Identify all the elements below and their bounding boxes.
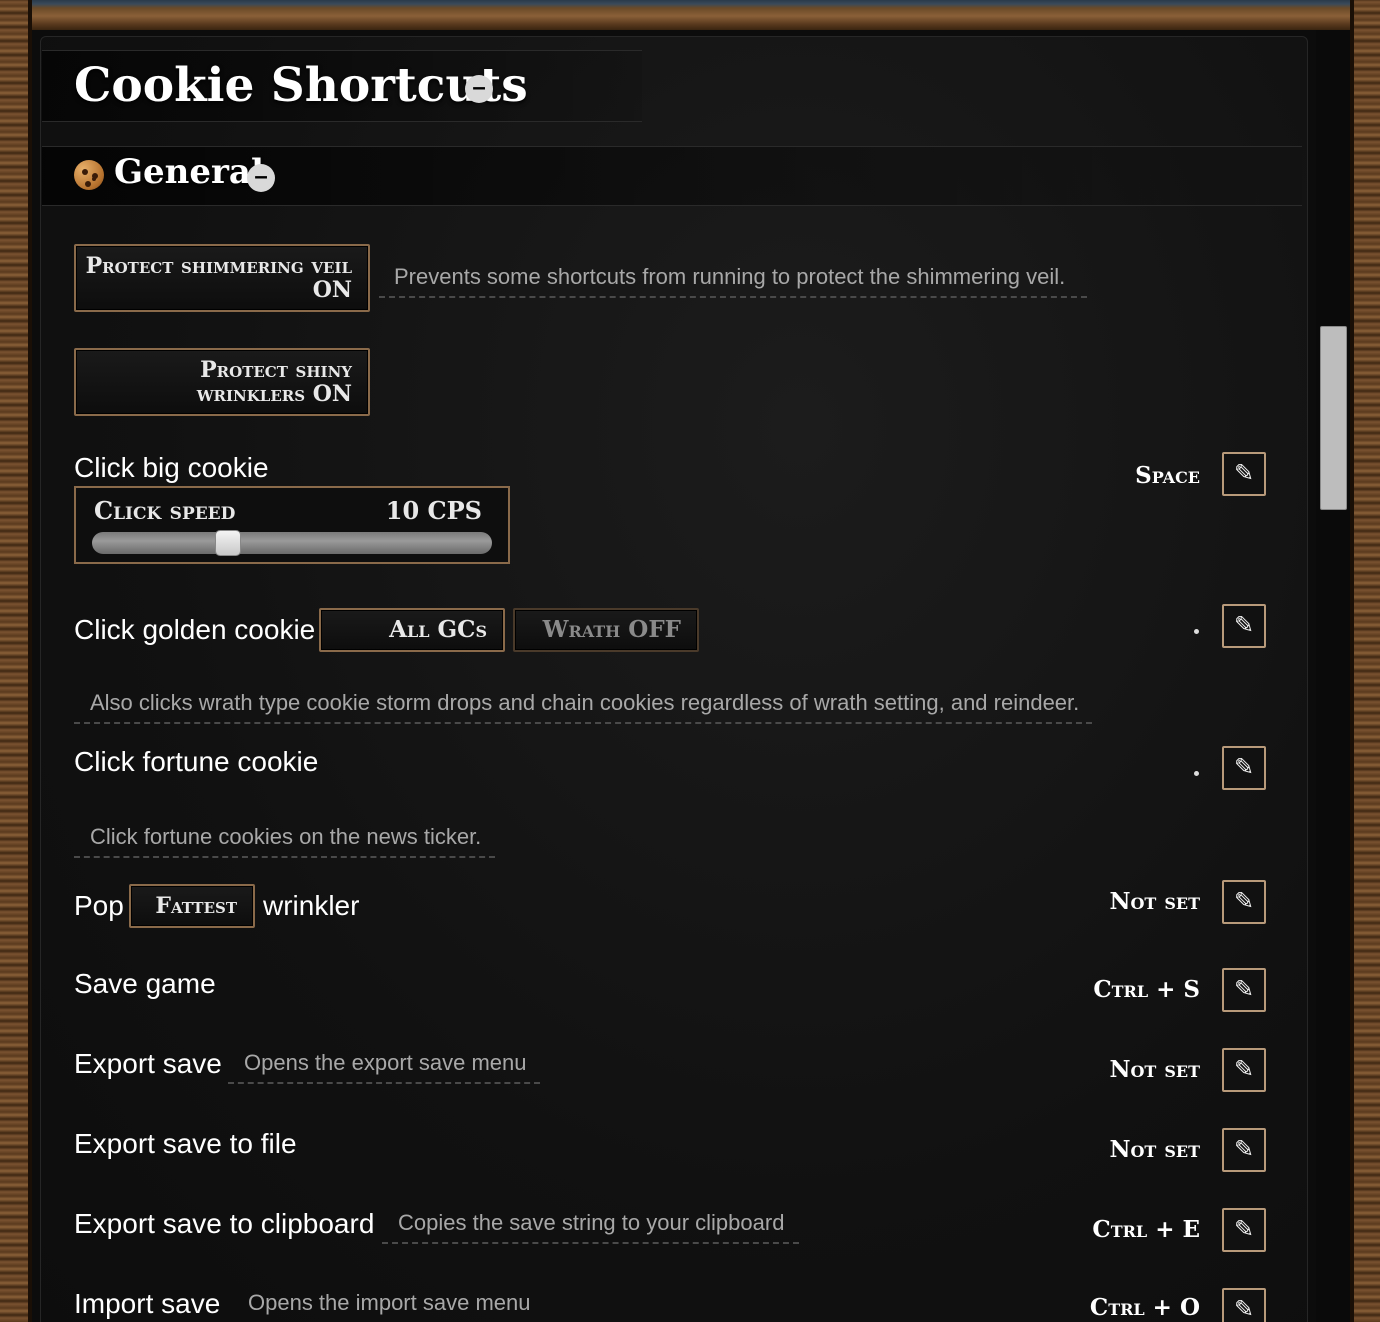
export-save-key: Not set (1109, 1056, 1200, 1083)
edit-export-save-button[interactable]: ✎ (1222, 1048, 1266, 1092)
wrinkler-mode-button[interactable]: Fattest (129, 884, 255, 928)
pencil-icon: ✎ (1233, 754, 1255, 781)
pencil-icon: ✎ (1233, 460, 1255, 487)
scrollbar-thumb[interactable] (1320, 326, 1347, 510)
pencil-icon: ✎ (1233, 888, 1255, 915)
pencil-icon: ✎ (1233, 1296, 1255, 1322)
pop-wrinkler-suffix: wrinkler (263, 890, 360, 921)
edit-export-file-button[interactable]: ✎ (1222, 1128, 1266, 1172)
minus-icon: – (254, 163, 268, 190)
edit-click-golden-cookie-button[interactable]: ✎ (1222, 604, 1266, 648)
export-file-key: Not set (1109, 1136, 1200, 1163)
unset-key-indicator (1194, 629, 1199, 634)
click-golden-cookie-description: Also clicks wrath type cookie storm drop… (74, 690, 1092, 724)
collapse-section-button[interactable]: – (247, 164, 275, 192)
click-big-cookie-key: Space (1135, 462, 1200, 489)
edit-pop-wrinkler-button[interactable]: ✎ (1222, 880, 1266, 924)
click-fortune-cookie-description: Click fortune cookies on the news ticker… (74, 824, 495, 858)
golden-cookie-mode-button[interactable]: All GCs (319, 608, 505, 652)
edit-click-big-cookie-button[interactable]: ✎ (1222, 452, 1266, 496)
click-speed-label: Click speed (94, 496, 236, 525)
wood-frame-top (0, 0, 1380, 30)
wood-frame-right (1350, 0, 1380, 1322)
export-save-label: Export save (74, 1048, 222, 1079)
import-save-description: Opens the import save menu (232, 1290, 545, 1322)
protect-wrinklers-toggle[interactable]: Protect shiny wrinklers ON (74, 348, 370, 416)
export-clipboard-label: Export save to clipboard (74, 1208, 375, 1239)
click-speed-slider[interactable] (92, 532, 492, 554)
page-title: Cookie Shortcuts (74, 58, 528, 113)
click-speed-slider-box: Click speed 10 CPS (74, 486, 510, 564)
edit-save-game-button[interactable]: ✎ (1222, 968, 1266, 1012)
wood-frame-left (0, 0, 32, 1322)
collapse-panel-button[interactable]: – (465, 75, 493, 103)
click-big-cookie-label: Click big cookie (74, 452, 269, 483)
pencil-icon: ✎ (1233, 1136, 1255, 1163)
cookie-icon (74, 160, 104, 190)
save-game-label: Save game (74, 968, 216, 999)
export-clipboard-description: Copies the save string to your clipboard (382, 1210, 799, 1244)
pop-wrinkler-key: Not set (1109, 888, 1200, 915)
minus-icon: – (472, 74, 486, 101)
export-save-description: Opens the export save menu (228, 1050, 540, 1084)
wrath-toggle-button[interactable]: Wrath OFF (513, 608, 699, 652)
pop-wrinkler-prefix: Pop (74, 890, 124, 921)
edit-export-clipboard-button[interactable]: ✎ (1222, 1208, 1266, 1252)
import-save-key: Ctrl + O (1089, 1294, 1200, 1321)
click-speed-value: 10 CPS (385, 496, 482, 525)
export-file-label: Export save to file (74, 1128, 297, 1159)
pencil-icon: ✎ (1233, 976, 1255, 1003)
import-save-label: Import save (74, 1288, 221, 1319)
scrollbar-track[interactable] (1316, 30, 1350, 1322)
click-fortune-cookie-label: Click fortune cookie (74, 746, 319, 777)
edit-import-save-button[interactable]: ✎ (1222, 1288, 1266, 1322)
protect-veil-toggle[interactable]: Protect shimmering veil ON (74, 244, 370, 312)
click-golden-cookie-label: Click golden cookie (74, 614, 316, 645)
protect-veil-description: Prevents some shortcuts from running to … (379, 264, 1087, 298)
save-game-key: Ctrl + S (1093, 976, 1200, 1003)
unset-key-indicator (1194, 771, 1199, 776)
export-clipboard-key: Ctrl + E (1092, 1216, 1200, 1243)
pencil-icon: ✎ (1233, 612, 1255, 639)
click-speed-slider-thumb[interactable] (215, 530, 242, 556)
pencil-icon: ✎ (1233, 1216, 1255, 1243)
edit-click-fortune-cookie-button[interactable]: ✎ (1222, 746, 1266, 790)
pencil-icon: ✎ (1233, 1056, 1255, 1083)
section-title: General (114, 152, 264, 192)
